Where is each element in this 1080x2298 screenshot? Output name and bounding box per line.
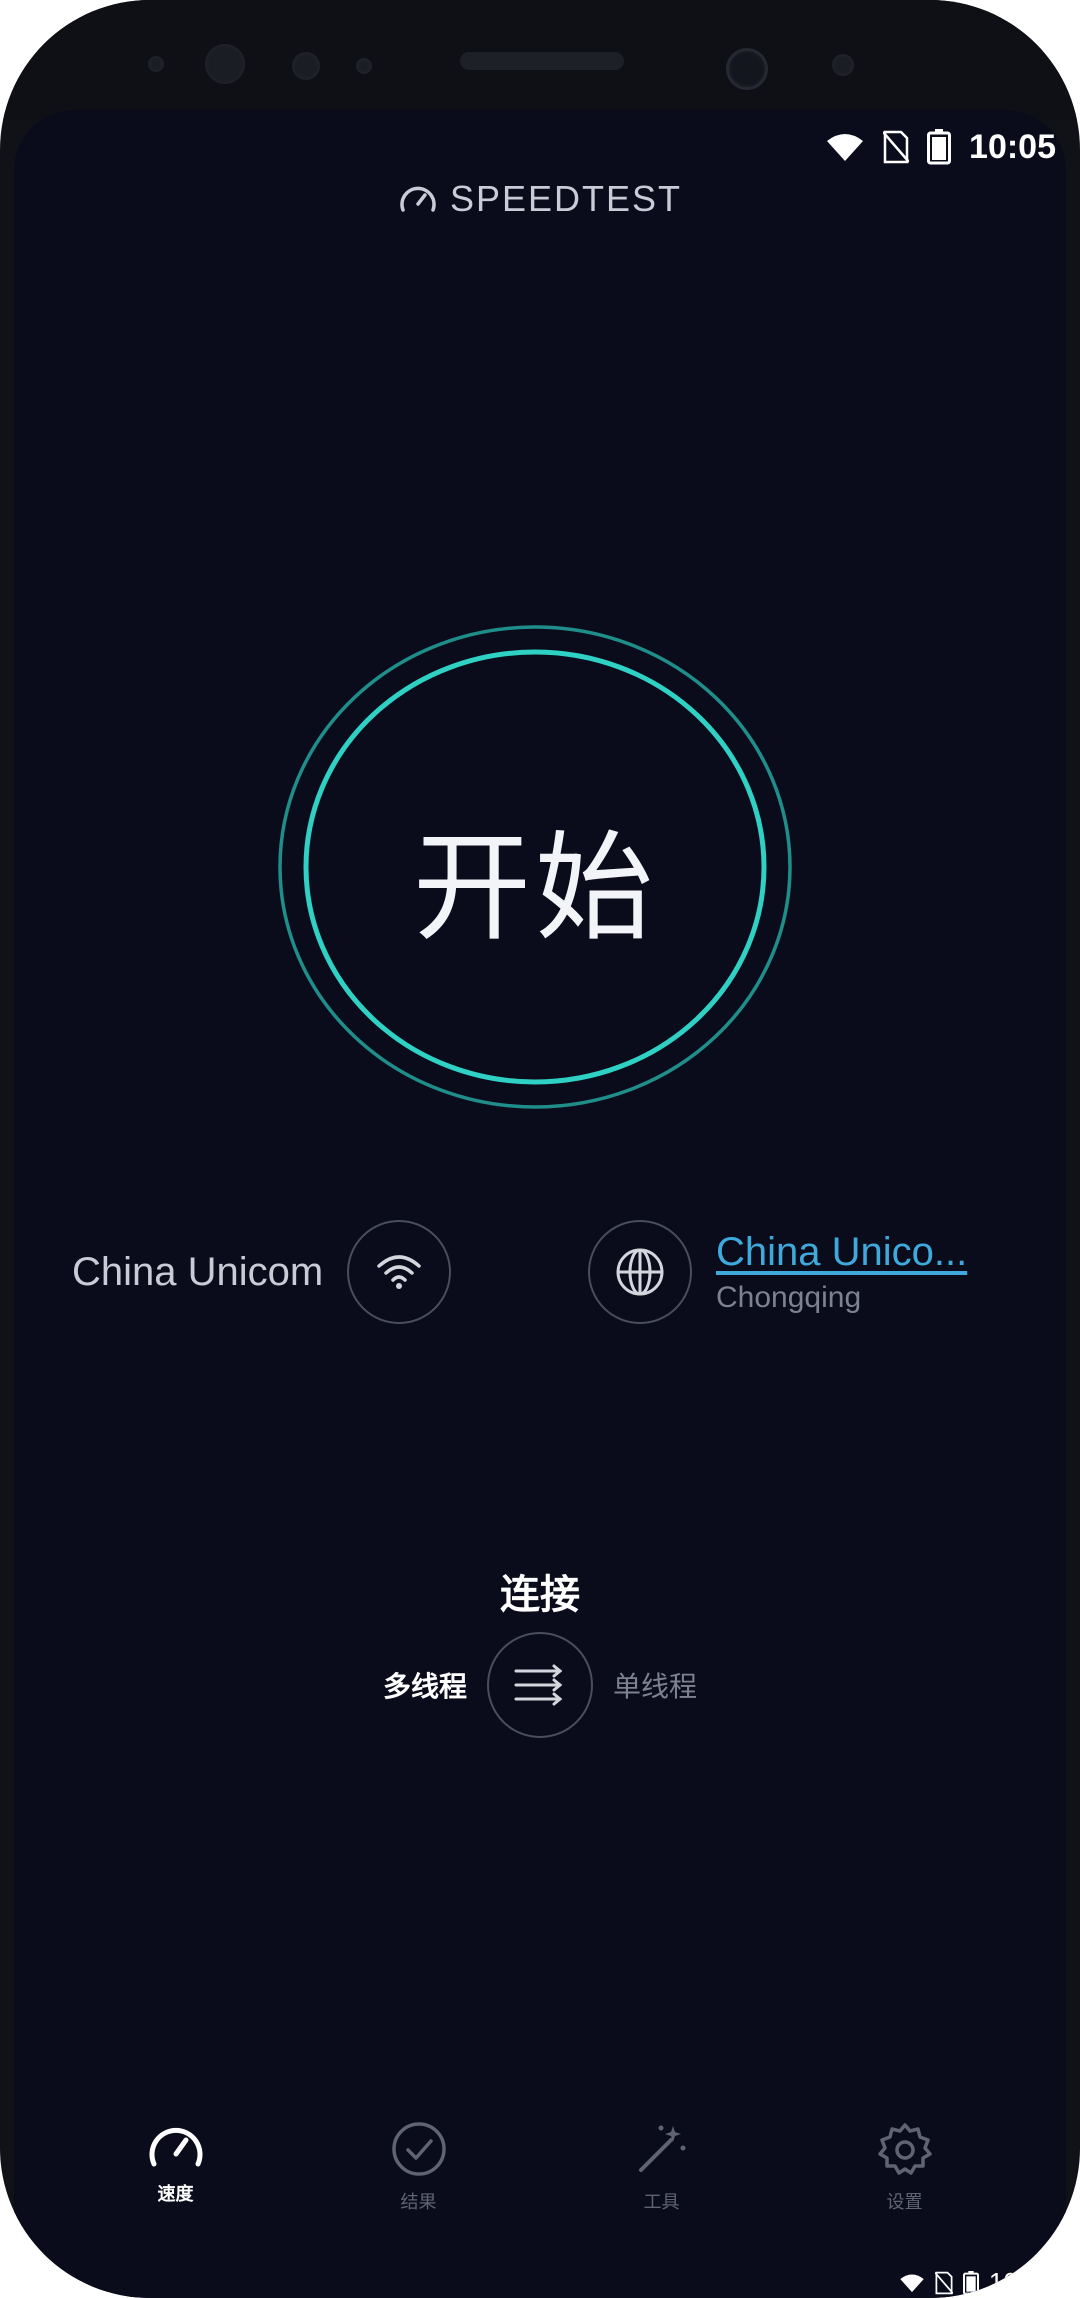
no-sim-icon <box>883 130 910 164</box>
tab-speed[interactable]: 速度 <box>106 2120 246 2206</box>
connection-toggle: 多线程 单线程 <box>14 1632 1066 1738</box>
status-time: 10:05 <box>969 127 1056 166</box>
front-sensor <box>205 44 245 84</box>
magic-wand-icon <box>638 2125 685 2172</box>
earpiece-speaker <box>460 52 624 70</box>
server-name-link[interactable]: China Unico... <box>716 1230 967 1275</box>
speedtest-logo-icon <box>400 186 436 212</box>
tab-tools[interactable]: 工具 <box>592 2120 732 2214</box>
battery-icon <box>962 2270 979 2295</box>
phone-device: 10:05 SPEEDTEST 开始 China Unicom China Un… <box>0 0 1080 2298</box>
server-text: China Unico... Chongqing <box>716 1230 967 1315</box>
no-sim-icon <box>934 2271 953 2294</box>
front-sensor <box>148 56 164 72</box>
connection-title: 连接 <box>500 1572 580 1618</box>
server-select-button[interactable] <box>588 1220 692 1324</box>
speedometer-icon <box>149 2127 202 2167</box>
connection-mode-button[interactable] <box>487 1632 593 1738</box>
tab-label: 结果 <box>400 2192 437 2213</box>
gear-icon <box>877 2123 932 2175</box>
front-camera <box>726 48 768 90</box>
isp-info[interactable]: China Unicom <box>72 1220 452 1324</box>
tab-settings[interactable]: 设置 <box>835 2120 975 2214</box>
bottom-tab-bar: 速度 结果 工具 设置 <box>14 2120 1066 2240</box>
multi-connection-option[interactable]: 多线程 <box>357 1665 467 1705</box>
server-info[interactable]: China Unico... Chongqing <box>588 1220 967 1324</box>
app-screen: 10:05 SPEEDTEST 开始 China Unicom China Un… <box>14 110 1066 2298</box>
server-location: Chongqing <box>716 1280 862 1314</box>
tab-label: 工具 <box>643 2192 680 2213</box>
phone-top-bezel <box>0 0 1080 120</box>
checkmark-icon <box>391 2122 446 2176</box>
wifi-button[interactable] <box>347 1220 452 1324</box>
wifi-signal-icon <box>827 134 864 161</box>
status-bar: 10:05 <box>825 122 1056 172</box>
tab-label: 设置 <box>886 2192 923 2213</box>
wifi-icon <box>377 1255 421 1289</box>
wifi-signal-icon <box>900 2274 924 2292</box>
front-sensor <box>292 52 320 80</box>
go-button[interactable]: 开始 <box>275 622 795 1112</box>
globe-icon <box>616 1248 664 1296</box>
brand-title: SPEEDTEST <box>449 178 683 219</box>
bottom-status-strip: 10:05 <box>899 2267 1054 2298</box>
multi-arrows-icon <box>514 1664 563 1706</box>
app-header: SPEEDTEST <box>14 178 1066 220</box>
front-sensor <box>356 58 372 74</box>
isp-name: China Unicom <box>72 1249 324 1294</box>
bottom-status-time: 10:05 <box>988 2267 1054 2297</box>
front-sensor <box>832 54 854 76</box>
go-button-label: 开始 <box>412 819 657 957</box>
single-connection-option[interactable]: 单线程 <box>613 1665 723 1705</box>
tab-label: 速度 <box>157 2184 194 2205</box>
battery-icon <box>927 129 952 165</box>
tab-results[interactable]: 结果 <box>349 2120 489 2214</box>
